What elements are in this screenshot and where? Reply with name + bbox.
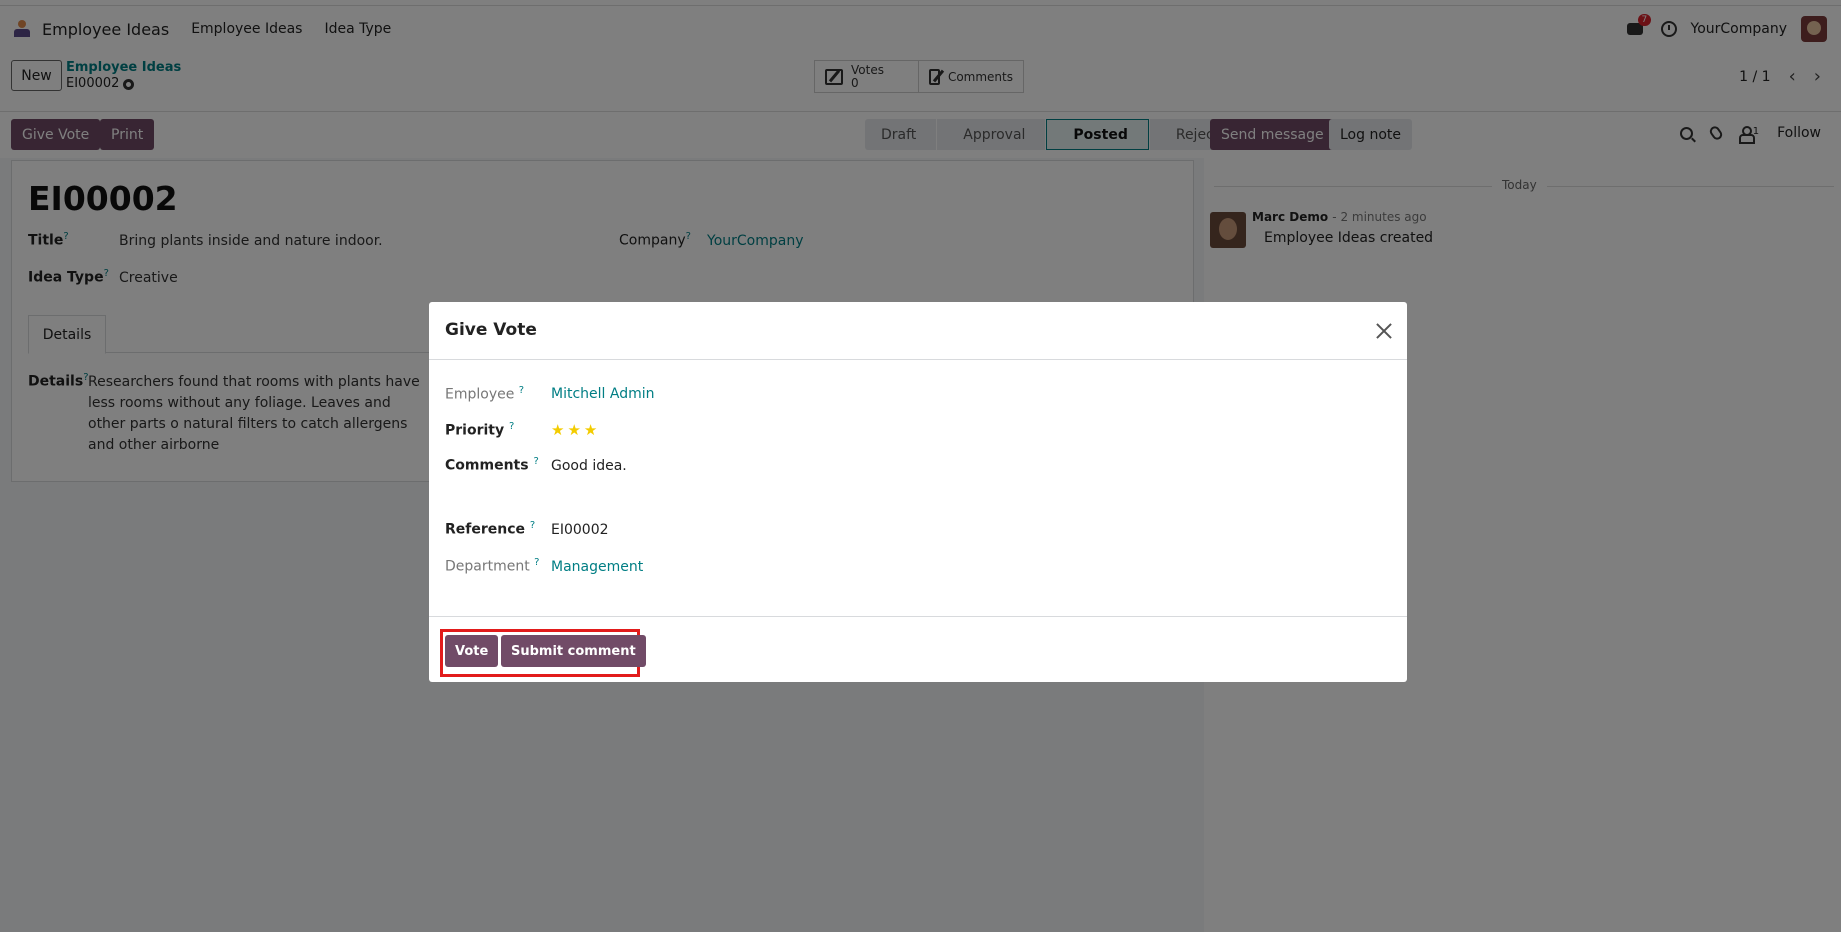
star-icon[interactable]: ★ xyxy=(567,423,580,438)
dialog-title: Give Vote xyxy=(445,320,537,340)
vote-button[interactable]: Vote xyxy=(445,635,499,667)
employee-label: Employee ? xyxy=(445,385,525,403)
employee-value[interactable]: Mitchell Admin xyxy=(551,386,655,402)
submit-comment-button[interactable]: Submit comment xyxy=(501,635,646,667)
priority-stars[interactable]: ★ ★ ★ xyxy=(551,423,597,438)
department-value[interactable]: Management xyxy=(551,559,643,575)
department-label: Department ? xyxy=(445,557,540,575)
comments-label: Comments ? xyxy=(445,456,539,474)
priority-label: Priority ? xyxy=(445,421,515,439)
star-icon[interactable]: ★ xyxy=(551,423,564,438)
dialog-header: Give Vote xyxy=(429,302,1407,360)
comments-value[interactable]: Good idea. xyxy=(551,458,627,474)
give-vote-dialog: Give Vote Employee ? Mitchell Admin Prio… xyxy=(429,302,1407,682)
dialog-footer: Vote Submit comment xyxy=(429,616,1407,682)
reference-value: EI00002 xyxy=(551,522,609,538)
star-icon[interactable]: ★ xyxy=(584,423,597,438)
close-icon[interactable] xyxy=(1375,322,1393,340)
reference-label: Reference ? xyxy=(445,520,536,538)
